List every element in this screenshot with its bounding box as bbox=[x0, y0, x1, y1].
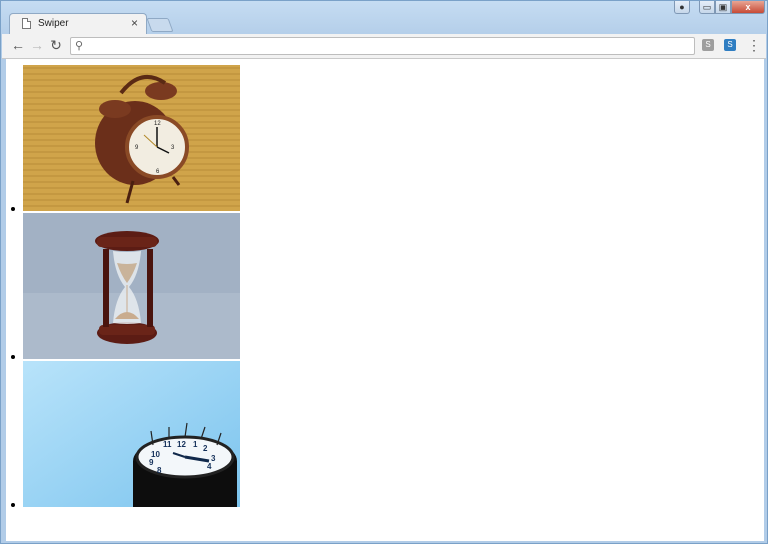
address-bar[interactable]: ⚲ bbox=[70, 37, 695, 55]
reload-icon[interactable]: ↻ bbox=[48, 37, 64, 53]
document-icon bbox=[22, 18, 31, 29]
svg-text:4: 4 bbox=[207, 462, 212, 471]
swiper-slide-list: 12 3 6 9 12 1 2 3 4 11 10 9 8 bbox=[6, 65, 240, 509]
svg-text:11: 11 bbox=[163, 440, 172, 449]
extension-blue-icon[interactable]: S bbox=[724, 39, 736, 51]
wall-clock-image: 12 1 2 3 4 11 10 9 8 bbox=[23, 361, 240, 507]
slide-item bbox=[11, 213, 240, 359]
hourglass-image bbox=[23, 213, 240, 359]
tab-swiper[interactable]: Swiper × bbox=[9, 13, 147, 35]
svg-text:8: 8 bbox=[157, 466, 162, 475]
maximize-button[interactable]: ▣ bbox=[715, 1, 731, 14]
browser-toolbar: ← → ↻ ⚲ S S ⋮ bbox=[2, 34, 766, 59]
page-content: 12 3 6 9 12 1 2 3 4 11 10 9 8 bbox=[6, 59, 764, 541]
extension-s-icon[interactable]: S bbox=[702, 39, 714, 51]
svg-text:12: 12 bbox=[177, 440, 186, 449]
window-close-button[interactable]: x bbox=[731, 1, 765, 14]
alarm-clock-image: 12 3 6 9 bbox=[23, 65, 240, 211]
title-bar: Swiper × ● ▭ ▣ x bbox=[1, 1, 767, 35]
svg-text:12: 12 bbox=[154, 121, 161, 127]
address-input[interactable] bbox=[91, 39, 685, 55]
tab-close-icon[interactable]: × bbox=[131, 16, 138, 30]
user-profile-icon[interactable]: ● bbox=[674, 1, 690, 14]
slide-item: 12 3 6 9 bbox=[11, 65, 240, 211]
slide-item: 12 1 2 3 4 11 10 9 8 bbox=[11, 361, 240, 507]
back-arrow-icon[interactable]: ← bbox=[10, 37, 26, 53]
list-bullet bbox=[11, 207, 15, 211]
svg-text:3: 3 bbox=[211, 454, 216, 463]
minimize-button[interactable]: ▭ bbox=[699, 1, 715, 14]
tab-title: Swiper bbox=[38, 18, 69, 29]
list-bullet bbox=[11, 355, 15, 359]
forward-arrow-icon[interactable]: → bbox=[29, 37, 45, 53]
svg-text:9: 9 bbox=[149, 458, 154, 467]
search-icon: ⚲ bbox=[75, 40, 84, 52]
menu-kebab-icon[interactable]: ⋮ bbox=[747, 37, 761, 54]
list-bullet bbox=[11, 503, 15, 507]
new-tab-button[interactable] bbox=[146, 18, 174, 32]
svg-text:1: 1 bbox=[193, 440, 198, 449]
svg-text:2: 2 bbox=[203, 444, 208, 453]
browser-window: Swiper × ● ▭ ▣ x ← → ↻ ⚲ S S ⋮ 12 3 6 9 … bbox=[0, 0, 768, 544]
